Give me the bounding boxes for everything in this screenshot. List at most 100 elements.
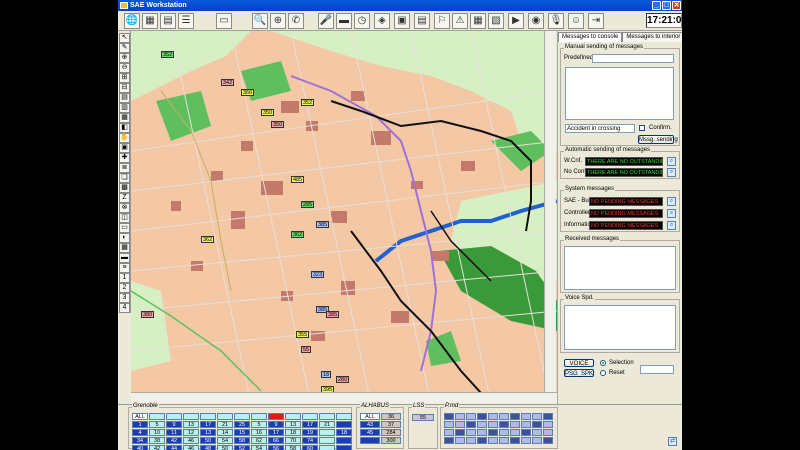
close-button[interactable]: ✕ — [672, 1, 681, 10]
vehicle-cell[interactable]: 10 — [149, 429, 165, 436]
alhabus-cell[interactable]: 37 — [381, 421, 401, 428]
map-tool-27[interactable]: 4 — [119, 303, 130, 313]
map-tool-6[interactable]: ▤ — [119, 93, 130, 103]
bus-marker[interactable]: 342 — [221, 79, 235, 86]
vehicle-cell[interactable]: 46 — [183, 437, 199, 444]
pmd-cell[interactable] — [444, 437, 454, 444]
information-search-icon[interactable]: ⌕ — [667, 221, 676, 230]
list-icon[interactable]: ☰ — [178, 13, 194, 29]
map-tool-5[interactable]: ⊟ — [119, 83, 130, 93]
pmd-cell[interactable] — [532, 421, 542, 428]
vehicle-cell[interactable]: 17 — [302, 421, 318, 428]
map-tool-7[interactable]: ▥ — [119, 103, 130, 113]
warning-icon[interactable]: ⚠ — [452, 13, 468, 29]
pmd-cell[interactable] — [521, 429, 531, 436]
vehicle-cell[interactable] — [166, 413, 182, 420]
vehicle-cell[interactable]: 19 — [302, 429, 318, 436]
vehicle-cell[interactable]: 21 — [319, 421, 335, 428]
pmd-cell[interactable] — [510, 413, 520, 420]
pmd-cell[interactable] — [499, 421, 509, 428]
pmd-cell[interactable] — [510, 429, 520, 436]
vehicle-cell[interactable]: 17 — [268, 429, 284, 436]
vehicle-cell[interactable]: 74 — [302, 437, 318, 444]
bus-marker[interactable]: 485 — [291, 176, 305, 183]
pmd-cell[interactable] — [444, 413, 454, 420]
vehicle-cell[interactable]: ALL — [132, 413, 148, 420]
pmd-cell[interactable] — [488, 421, 498, 428]
calculator-icon[interactable]: ▣ — [394, 13, 410, 29]
map-tool-3[interactable]: ⊖ — [119, 63, 130, 73]
pmd-cell[interactable] — [532, 437, 542, 444]
camera-icon[interactable]: ▤ — [414, 13, 430, 29]
map-canvas[interactable] — [131, 31, 557, 404]
title-bar[interactable]: SAE Workstation _ □ ✕ — [118, 0, 682, 11]
map-tool-26[interactable]: 3 — [119, 293, 130, 303]
exit-icon[interactable]: ⇥ — [588, 13, 604, 29]
vehicle-cell[interactable] — [251, 413, 267, 420]
pmd-cell[interactable] — [455, 437, 465, 444]
vehicle-cell[interactable] — [268, 413, 284, 420]
grid-icon[interactable]: ▦ — [142, 13, 158, 29]
globe-icon[interactable]: 🌐 — [124, 13, 140, 29]
alhabus-cell[interactable]: 43 — [360, 421, 380, 428]
received-messages-list[interactable] — [564, 246, 676, 290]
table-icon[interactable]: ▦ — [470, 13, 486, 29]
bus-marker[interactable]: 285 — [301, 201, 315, 208]
reset-radio[interactable] — [600, 370, 606, 376]
bus-marker[interactable]: 355 — [296, 331, 310, 338]
vehicle-cell[interactable]: 14 — [217, 429, 233, 436]
map-tool-23[interactable]: ≡ — [119, 263, 130, 273]
vehicle-cell[interactable] — [336, 413, 352, 420]
bus-marker[interactable]: 385 — [326, 311, 340, 318]
vehicle-cell[interactable]: 15 — [234, 429, 250, 436]
noconf-search-icon[interactable]: ⌕ — [667, 168, 676, 177]
bus-marker[interactable]: 380 — [141, 311, 155, 318]
map-tool-15[interactable]: ▩ — [119, 183, 130, 193]
pmd-cell[interactable] — [521, 413, 531, 420]
pmd-cell[interactable] — [499, 413, 509, 420]
vehicle-cell[interactable]: 70 — [285, 437, 301, 444]
vehicle-cell[interactable] — [336, 437, 352, 444]
map-tool-18[interactable]: ◫ — [119, 213, 130, 223]
vehicle-cell[interactable]: 9 — [166, 421, 182, 428]
pmd-cell[interactable] — [488, 429, 498, 436]
vehicle-cell[interactable] — [183, 413, 199, 420]
video-icon[interactable]: ▶ — [508, 13, 524, 29]
alhabus-cell[interactable]: 284 — [381, 429, 401, 436]
pmd-cell[interactable] — [488, 413, 498, 420]
tab-messages-to-console[interactable]: Messages to console — [558, 32, 623, 42]
bus-marker[interactable]: 280 — [336, 376, 350, 383]
map-tool-20[interactable]: ◐ — [119, 233, 130, 243]
map-tool-14[interactable]: ❏ — [119, 173, 130, 183]
pmd-cell[interactable] — [477, 429, 487, 436]
confirm-checkbox[interactable] — [639, 125, 645, 131]
vehicle-cell[interactable]: 50 — [217, 445, 233, 450]
vehicle-cell[interactable] — [336, 421, 352, 428]
vehicle-cell[interactable] — [319, 429, 335, 436]
vehicle-cell[interactable]: 5 — [251, 421, 267, 428]
monitor-icon[interactable]: ▭ — [216, 13, 232, 29]
controller-search-icon[interactable]: ⌕ — [667, 209, 676, 218]
bus-marker[interactable]: 362 — [201, 236, 215, 243]
vehicle-cell[interactable] — [319, 437, 335, 444]
pmd-cell[interactable] — [543, 421, 553, 428]
vehicle-cell[interactable]: 48 — [200, 445, 216, 450]
map-tool-12[interactable]: ✚ — [119, 153, 130, 163]
grid-icon[interactable]: ▤ — [160, 13, 176, 29]
voice-button[interactable]: VOICE — [564, 359, 594, 367]
pmd-cell[interactable] — [510, 421, 520, 428]
clock-icon[interactable]: ◷ — [354, 13, 370, 29]
pmd-cell[interactable] — [444, 429, 454, 436]
vehicle-cell[interactable]: 17 — [200, 421, 216, 428]
map-horizontal-scrollbar[interactable] — [131, 392, 557, 404]
alhabus-cell[interactable] — [360, 437, 380, 444]
bus-marker[interactable]: 18 — [321, 371, 332, 378]
map-tool-17[interactable]: ⊗ — [119, 203, 130, 213]
vehicle-cell[interactable] — [217, 413, 233, 420]
bus-icon[interactable]: ▬ — [336, 13, 352, 29]
map-tool-22[interactable]: ▬ — [119, 253, 130, 263]
pmd-cell[interactable] — [532, 429, 542, 436]
bus-marker[interactable]: 362 — [291, 231, 305, 238]
psg-spk-button[interactable]: PSG_SPK — [564, 369, 594, 377]
pmd-cell[interactable] — [466, 429, 476, 436]
